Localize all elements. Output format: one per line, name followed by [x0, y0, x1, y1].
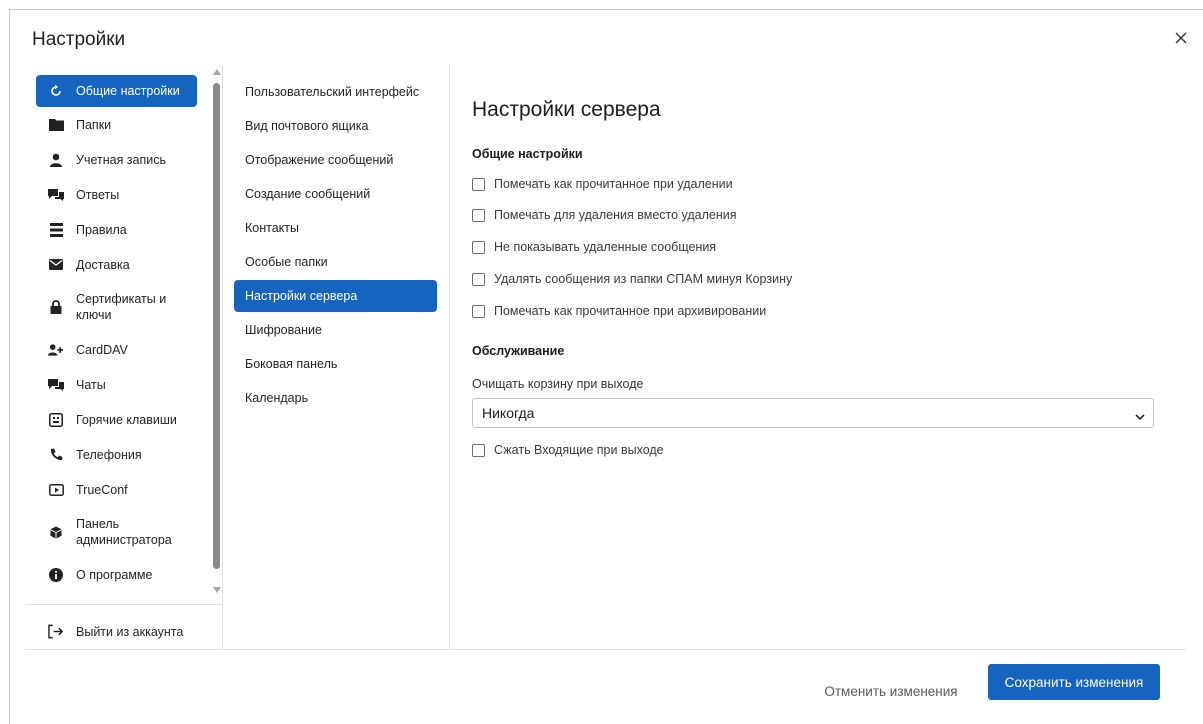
sidebar-item-label: Папки	[76, 117, 112, 132]
subnav-item-interface[interactable]: Пользовательский интерфейс	[234, 75, 437, 109]
subnav-item-calendar[interactable]: Календарь	[234, 381, 437, 415]
reply-icon	[48, 187, 64, 203]
scroll-down-arrow-icon[interactable]	[213, 587, 221, 593]
sidebar-scrollbar[interactable]	[212, 69, 221, 593]
sidebar-item-label: Панель администратора	[76, 517, 172, 547]
sidebar-item-label: Учетная запись	[76, 152, 167, 167]
hide-deleted-checkbox[interactable]: Не показывать удаленные сообщения	[472, 240, 716, 254]
sidebar-divider	[26, 604, 223, 605]
mark-read-on-delete-checkbox[interactable]: Помечать как прочитанное при удалении	[472, 177, 733, 191]
subnav-item-special-folders[interactable]: Особые папки	[234, 245, 437, 279]
empty-trash-select[interactable]: Никогда	[472, 398, 1154, 428]
subnav-item-compose[interactable]: Создание сообщений	[234, 177, 437, 211]
subnav-item-mailbox-view[interactable]: Вид почтового ящика	[234, 109, 437, 143]
chat-icon	[48, 377, 64, 393]
sidebar-nav: Общие настройки Папки Учетная запись Отв…	[36, 75, 197, 592]
checkbox-label: Удалять сообщения из папки СПАМ минуя Ко…	[494, 272, 793, 286]
settings-subnav: Пользовательский интерфейс Вид почтового…	[224, 65, 450, 649]
scroll-up-arrow-icon[interactable]	[213, 69, 221, 75]
sidebar-item-carddav[interactable]: CardDAV	[36, 332, 197, 367]
checkbox-label: Не показывать удаленные сообщения	[494, 240, 717, 254]
skip-trash-spam-checkbox[interactable]: Удалять сообщения из папки СПАМ минуя Ко…	[472, 272, 792, 286]
checkbox-box[interactable]	[472, 208, 485, 222]
checkbox-label: Помечать как прочитанное при архивирован…	[494, 304, 767, 318]
info-icon	[48, 567, 64, 583]
checkbox-label: Помечать как прочитанное при удалении	[494, 177, 733, 191]
sidebar-item-label: О программе	[76, 567, 153, 582]
refresh-icon	[48, 83, 64, 99]
sidebar-item-account[interactable]: Учетная запись	[36, 142, 197, 177]
sidebar-item-trueconf[interactable]: TrueConf	[36, 472, 197, 507]
sidebar-item-label: Общие настройки	[76, 84, 180, 98]
lock-icon	[48, 299, 64, 315]
logout-button[interactable]: Выйти из аккаунта	[36, 614, 197, 649]
subnav-item-message-display[interactable]: Отображение сообщений	[234, 143, 437, 177]
sidebar-item-label: TrueConf	[76, 482, 128, 497]
sidebar-item-hotkeys[interactable]: Горячие клавиши	[36, 402, 197, 437]
sidebar-item-label: Чаты	[76, 377, 106, 392]
sidebar-item-replies[interactable]: Ответы	[36, 177, 197, 212]
compress-inbox-checkbox[interactable]: Сжать Входящие при выходе	[472, 443, 664, 457]
user-icon	[48, 152, 64, 168]
sidebar-item-folders[interactable]: Папки	[36, 107, 197, 142]
chevron-down-icon	[1135, 408, 1145, 424]
sidebar-item-label: Доставка	[76, 257, 130, 272]
subnav-item-server-settings[interactable]: Настройки сервера	[234, 280, 437, 312]
close-icon[interactable]	[1171, 28, 1191, 48]
scroll-thumb[interactable]	[213, 83, 220, 569]
sidebar-item-certificates[interactable]: Сертификаты и ключи	[36, 282, 197, 332]
logout-label: Выйти из аккаунта	[76, 624, 184, 639]
empty-trash-label: Очищать корзину при выходе	[472, 377, 644, 391]
checkbox-box[interactable]	[472, 272, 485, 286]
sidebar-item-telephony[interactable]: Телефония	[36, 437, 197, 472]
sidebar-item-about[interactable]: О программе	[36, 557, 197, 592]
subnav-item-contacts[interactable]: Контакты	[234, 211, 437, 245]
empty-trash-value: Никогда	[482, 405, 535, 421]
footer-divider	[26, 649, 1186, 650]
cancel-button[interactable]: Отменить изменения	[813, 674, 969, 708]
save-button[interactable]: Сохранить изменения	[988, 664, 1160, 700]
sidebar-item-delivery[interactable]: Доставка	[36, 247, 197, 282]
subnav-item-sidebar[interactable]: Боковая панель	[234, 347, 437, 381]
maintenance-section-title: Обслуживание	[472, 344, 565, 358]
checkbox-box[interactable]	[472, 304, 485, 318]
page-title: Настройки сервера	[472, 98, 661, 121]
general-section-title: Общие настройки	[472, 147, 583, 161]
checkbox-box[interactable]	[472, 240, 485, 254]
logout-icon	[48, 624, 64, 640]
checkbox-label: Помечать для удаления вместо удаления	[494, 208, 737, 222]
sidebar-item-label: CardDAV	[76, 342, 128, 357]
sidebar-item-rules[interactable]: Правила	[36, 212, 197, 247]
sidebar-item-label: Сертификаты и ключи	[76, 292, 167, 322]
video-icon	[48, 482, 64, 498]
list-icon	[48, 222, 64, 238]
logout-section: Выйти из аккаунта	[36, 614, 197, 649]
sidebar-item-chats[interactable]: Чаты	[36, 367, 197, 402]
subnav-list: Пользовательский интерфейс Вид почтового…	[234, 75, 437, 415]
keyboard-icon	[48, 412, 64, 428]
sidebar-item-general[interactable]: Общие настройки	[36, 75, 197, 107]
sidebar-item-admin-panel[interactable]: Панель администратора	[36, 507, 197, 557]
settings-sidebar: Общие настройки Папки Учетная запись Отв…	[26, 65, 223, 649]
sidebar-item-label: Ответы	[76, 187, 120, 202]
subnav-item-encryption[interactable]: Шифрование	[234, 313, 437, 347]
mark-read-on-archive-checkbox[interactable]: Помечать как прочитанное при архивирован…	[472, 304, 766, 318]
sidebar-item-label: Телефония	[76, 447, 142, 462]
sidebar-item-label: Горячие клавиши	[76, 412, 177, 427]
mail-icon	[48, 257, 64, 273]
dialog-title: Настройки	[32, 29, 126, 50]
phone-icon	[48, 447, 64, 463]
settings-content: Настройки сервера Общие настройки Помеча…	[472, 65, 1162, 649]
add-user-icon	[48, 342, 64, 358]
cube-icon	[48, 524, 64, 540]
flag-for-deletion-checkbox[interactable]: Помечать для удаления вместо удаления	[472, 208, 737, 222]
checkbox-box[interactable]	[472, 177, 485, 191]
folder-icon	[48, 117, 64, 133]
sidebar-item-label: Правила	[76, 222, 127, 237]
checkbox-label: Сжать Входящие при выходе	[494, 443, 664, 457]
checkbox-box[interactable]	[472, 443, 485, 457]
